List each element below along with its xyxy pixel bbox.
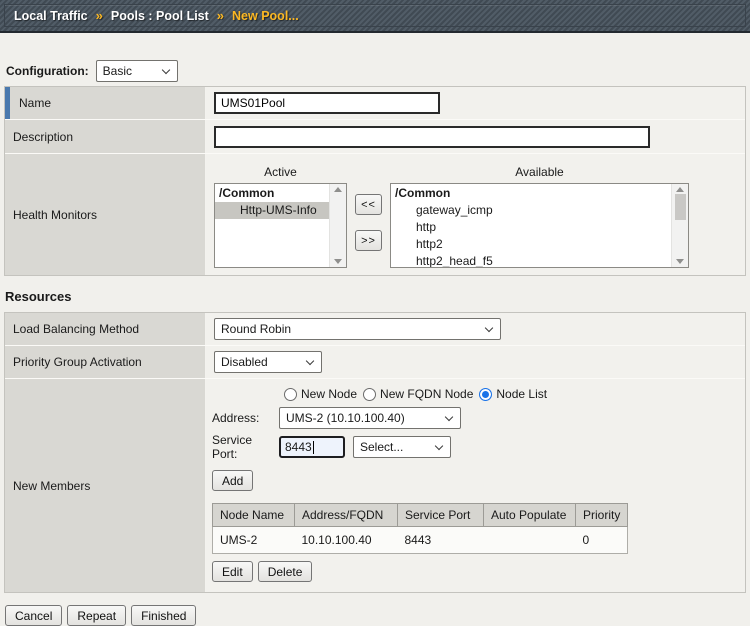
breadcrumb-item-local-traffic[interactable]: Local Traffic bbox=[14, 9, 88, 23]
add-button[interactable]: Add bbox=[212, 470, 253, 491]
move-to-active-button[interactable]: << bbox=[355, 194, 382, 215]
member-type-radios: New Node New FQDN Node Node List bbox=[284, 387, 737, 401]
health-monitors-label: Health Monitors bbox=[5, 154, 206, 275]
active-monitors-list[interactable]: /Common Http-UMS-Info bbox=[214, 183, 347, 268]
new-members-label: New Members bbox=[5, 379, 206, 592]
load-balancing-select-value: Round Robin bbox=[221, 322, 291, 336]
active-list-scrollbar[interactable] bbox=[329, 184, 346, 267]
name-row: Name bbox=[5, 87, 745, 120]
list-item[interactable]: Http-UMS-Info bbox=[215, 202, 329, 219]
radio-icon[interactable] bbox=[363, 388, 376, 401]
list-item[interactable]: gateway_icmp bbox=[391, 202, 671, 219]
radio-label: Node List bbox=[496, 387, 547, 401]
chevron-down-icon bbox=[445, 413, 453, 421]
address-label: Address: bbox=[212, 411, 279, 425]
load-balancing-row: Load Balancing Method Round Robin bbox=[5, 313, 745, 346]
breadcrumb: Local Traffic » Pools : Pool List » New … bbox=[4, 4, 746, 27]
cell-node-name: UMS-2 bbox=[213, 527, 295, 554]
edit-button[interactable]: Edit bbox=[212, 561, 253, 582]
col-service-port: Service Port bbox=[398, 504, 484, 527]
form-action-bar: Cancel Repeat Finished bbox=[5, 605, 750, 626]
priority-group-select[interactable]: Disabled bbox=[214, 351, 322, 373]
available-monitors-list[interactable]: /Common gateway_icmp http http2 http2_he… bbox=[390, 183, 689, 268]
cell-address-fqdn: 10.10.100.40 bbox=[295, 527, 398, 554]
priority-group-row: Priority Group Activation Disabled bbox=[5, 346, 745, 379]
service-port-value: 8443 bbox=[285, 440, 312, 454]
radio-label: New FQDN Node bbox=[380, 387, 473, 401]
general-properties-table: Name Description Health Monitors Active … bbox=[4, 86, 746, 276]
col-auto-populate: Auto Populate bbox=[484, 504, 576, 527]
radio-icon[interactable] bbox=[284, 388, 297, 401]
breadcrumb-item-pool-list[interactable]: Pools : Pool List bbox=[111, 9, 209, 23]
scroll-down-icon[interactable] bbox=[334, 259, 342, 264]
load-balancing-label: Load Balancing Method bbox=[5, 313, 206, 345]
col-priority: Priority bbox=[576, 504, 628, 527]
radio-new-node[interactable]: New Node bbox=[284, 387, 357, 401]
col-address-fqdn: Address/FQDN bbox=[295, 504, 398, 527]
cancel-button[interactable]: Cancel bbox=[5, 605, 62, 626]
service-port-select[interactable]: Select... bbox=[353, 436, 451, 458]
chevron-down-icon bbox=[306, 357, 314, 365]
list-item[interactable]: /Common bbox=[391, 185, 671, 202]
chevron-down-icon bbox=[435, 442, 443, 450]
priority-group-select-value: Disabled bbox=[221, 355, 268, 369]
breadcrumb-separator-icon: » bbox=[217, 8, 224, 23]
col-node-name: Node Name bbox=[213, 504, 295, 527]
breadcrumb-item-new-pool: New Pool... bbox=[232, 9, 299, 23]
address-select[interactable]: UMS-2 (10.10.100.40) bbox=[279, 407, 461, 429]
resources-section-header: Resources bbox=[5, 289, 750, 304]
cell-priority: 0 bbox=[576, 527, 628, 554]
configuration-row: Configuration: Basic bbox=[6, 60, 750, 82]
active-list-header: Active bbox=[214, 165, 347, 179]
table-row[interactable]: UMS-2 10.10.100.40 8443 0 bbox=[213, 527, 628, 554]
move-to-available-button[interactable]: >> bbox=[355, 230, 382, 251]
chevron-down-icon bbox=[161, 66, 169, 74]
name-label: Name bbox=[5, 87, 206, 119]
radio-node-list[interactable]: Node List bbox=[479, 387, 547, 401]
list-item[interactable]: /Common bbox=[215, 185, 329, 202]
resources-table: Load Balancing Method Round Robin Priori… bbox=[4, 312, 746, 593]
finished-button[interactable]: Finished bbox=[131, 605, 196, 626]
radio-new-fqdn-node[interactable]: New FQDN Node bbox=[363, 387, 473, 401]
description-label: Description bbox=[5, 120, 206, 153]
cell-service-port: 8443 bbox=[398, 527, 484, 554]
breadcrumb-separator-icon: » bbox=[96, 8, 103, 23]
configuration-select[interactable]: Basic bbox=[96, 60, 178, 82]
address-select-value: UMS-2 (10.10.100.40) bbox=[286, 411, 405, 425]
service-port-select-value: Select... bbox=[360, 440, 403, 454]
available-list-header: Available bbox=[390, 165, 689, 179]
health-monitors-row: Health Monitors Active /Common Http-UMS-… bbox=[5, 154, 745, 275]
radio-label: New Node bbox=[301, 387, 357, 401]
delete-button[interactable]: Delete bbox=[258, 561, 313, 582]
list-item[interactable]: http2_head_f5 bbox=[391, 253, 671, 267]
scrollbar-thumb[interactable] bbox=[675, 194, 686, 220]
service-port-label: Service Port: bbox=[212, 433, 279, 461]
breadcrumb-bar: Local Traffic » Pools : Pool List » New … bbox=[0, 0, 750, 33]
new-members-row: New Members New Node New FQDN Node Node … bbox=[5, 379, 745, 592]
text-cursor bbox=[313, 441, 314, 454]
members-table-header-row: Node Name Address/FQDN Service Port Auto… bbox=[213, 504, 628, 527]
configuration-select-value: Basic bbox=[103, 64, 132, 78]
description-input[interactable] bbox=[214, 126, 650, 148]
service-port-input[interactable]: 8443 bbox=[279, 436, 345, 458]
chevron-down-icon bbox=[485, 324, 493, 332]
scroll-down-icon[interactable] bbox=[676, 259, 684, 264]
name-input[interactable] bbox=[214, 92, 440, 114]
cell-auto-populate bbox=[484, 527, 576, 554]
list-item[interactable]: http bbox=[391, 219, 671, 236]
description-row: Description bbox=[5, 120, 745, 154]
configuration-label: Configuration: bbox=[6, 64, 89, 78]
load-balancing-select[interactable]: Round Robin bbox=[214, 318, 501, 340]
list-item[interactable]: http2 bbox=[391, 236, 671, 253]
repeat-button[interactable]: Repeat bbox=[67, 605, 126, 626]
members-table: Node Name Address/FQDN Service Port Auto… bbox=[212, 503, 628, 554]
radio-selected-icon[interactable] bbox=[479, 388, 492, 401]
available-list-scrollbar[interactable] bbox=[671, 184, 688, 267]
priority-group-label: Priority Group Activation bbox=[5, 346, 206, 378]
